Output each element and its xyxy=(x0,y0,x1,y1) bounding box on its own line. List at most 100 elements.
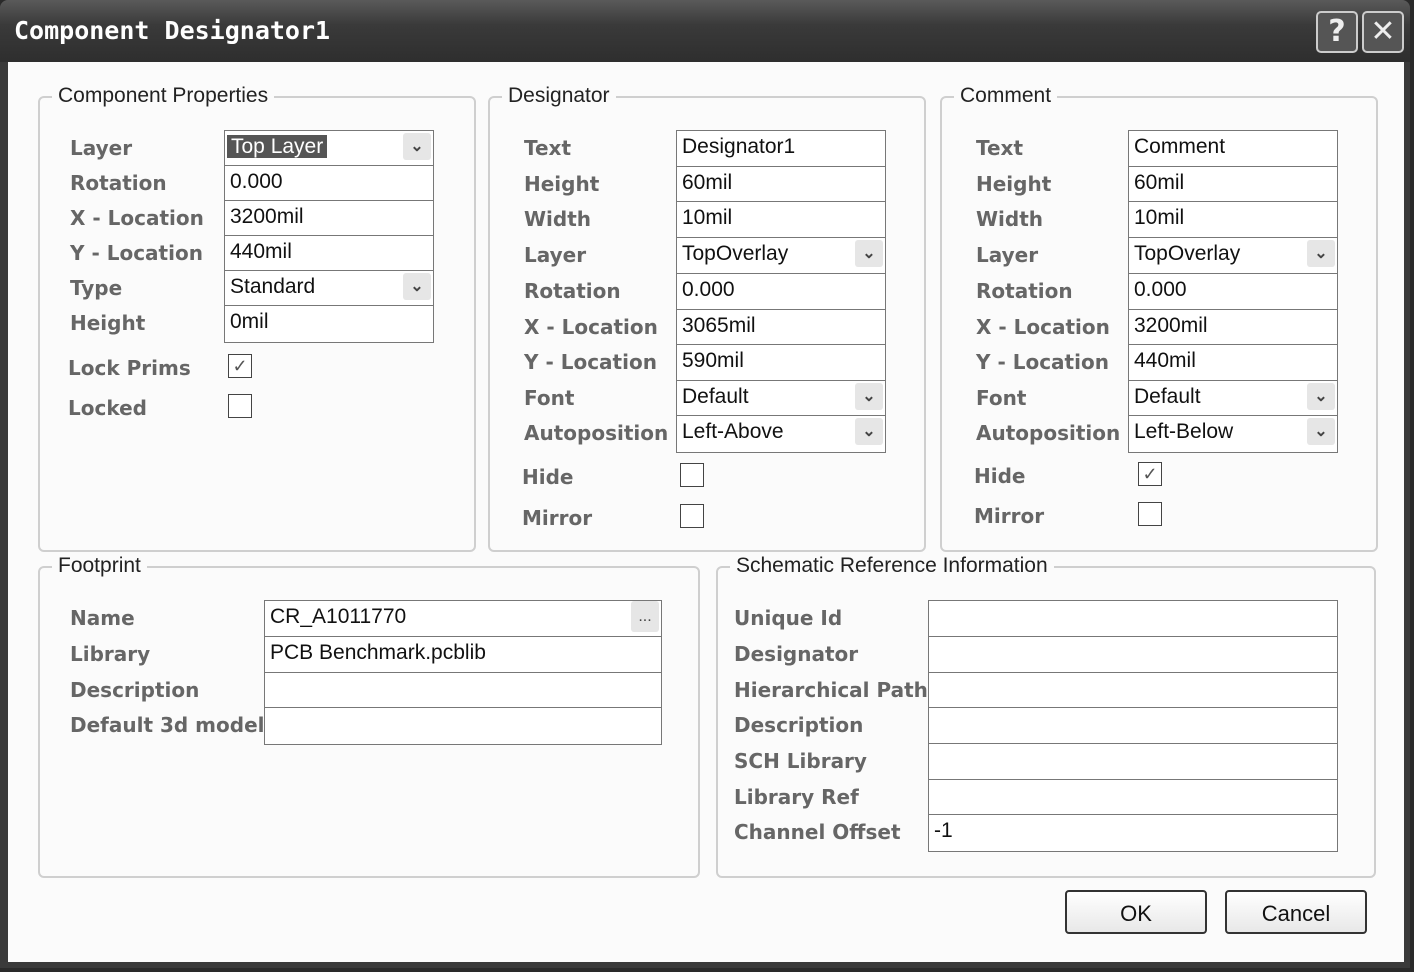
hide-checkbox[interactable] xyxy=(680,463,704,487)
rotation-label: Rotation xyxy=(976,279,1073,303)
lock-prims-label: Lock Prims xyxy=(68,356,191,380)
locked-checkbox[interactable] xyxy=(228,394,252,418)
chevron-down-icon[interactable]: ⌄ xyxy=(855,418,883,445)
mirror-checkbox[interactable] xyxy=(680,504,704,528)
y-location-input[interactable]: 590mil xyxy=(676,344,886,381)
designator-group: Designator Text Designator1 Height 60mil Widt… xyxy=(488,84,926,552)
width-input[interactable]: 10mil xyxy=(676,201,886,238)
text-input[interactable]: Comment xyxy=(1128,130,1338,167)
autoposition-label: Autoposition xyxy=(524,421,669,445)
autoposition-dropdown[interactable]: Left-Above ⌄ xyxy=(676,415,886,453)
height-value: 0mil xyxy=(230,310,269,333)
ok-button[interactable]: OK xyxy=(1065,890,1207,934)
x-location-label: X - Location xyxy=(976,315,1110,339)
dialog-title: Component Designator1 xyxy=(14,16,331,45)
default-3d-model-input[interactable] xyxy=(264,707,662,745)
font-label: Font xyxy=(976,386,1027,410)
checkmark-icon: ✓ xyxy=(232,356,248,376)
default-3d-model-label: Default 3d model xyxy=(70,713,265,737)
width-value: 10mil xyxy=(682,206,733,229)
help-button[interactable]: ? xyxy=(1316,11,1358,53)
hierarchical-path-label: Hierarchical Path xyxy=(734,678,928,702)
title-bar[interactable]: Component Designator1 ? ✕ xyxy=(0,0,1410,62)
locked-label: Locked xyxy=(68,396,147,420)
autoposition-value: Left-Below xyxy=(1134,420,1234,443)
unique-id-input[interactable] xyxy=(928,600,1338,637)
y-location-value: 440mil xyxy=(230,240,292,263)
dialog-window: Component Designator1 ? ✕ OK Cancel Comp… xyxy=(0,0,1410,968)
layer-label: Layer xyxy=(70,136,133,160)
font-dropdown[interactable]: Default ⌄ xyxy=(1128,380,1338,416)
layer-dropdown[interactable]: Top Layer ⌄ xyxy=(224,130,434,166)
layer-value: TopOverlay xyxy=(682,242,789,265)
library-ref-label: Library Ref xyxy=(734,785,859,809)
height-input[interactable]: 60mil xyxy=(1128,166,1338,202)
rotation-value: 0.000 xyxy=(230,170,283,193)
font-label: Font xyxy=(524,386,575,410)
rotation-input[interactable]: 0.000 xyxy=(1128,273,1338,310)
y-location-input[interactable]: 440mil xyxy=(1128,344,1338,381)
x-location-input[interactable]: 3200mil xyxy=(224,200,434,236)
rotation-value: 0.000 xyxy=(1134,278,1187,301)
schematic-reference-group-title: Schematic Reference Information xyxy=(730,554,1054,578)
footprint-group: Footprint Name CR_A1011770... Library PCB Be… xyxy=(38,554,700,878)
cancel-button[interactable]: Cancel xyxy=(1225,890,1367,934)
hierarchical-path-input[interactable] xyxy=(928,672,1338,708)
rotation-label: Rotation xyxy=(70,171,167,195)
chevron-down-icon[interactable]: ⌄ xyxy=(403,133,431,160)
channel-offset-input[interactable]: -1 xyxy=(928,814,1338,852)
hide-label: Hide xyxy=(974,464,1026,488)
lock-prims-checkbox[interactable]: ✓ xyxy=(228,354,252,378)
width-input[interactable]: 10mil xyxy=(1128,201,1338,238)
mirror-checkbox[interactable] xyxy=(1138,502,1162,526)
mirror-label: Mirror xyxy=(522,506,593,530)
chevron-down-icon[interactable]: ⌄ xyxy=(1307,383,1335,410)
x-location-label: X - Location xyxy=(524,315,658,339)
designator-group-title: Designator xyxy=(502,84,616,108)
chevron-down-icon[interactable]: ⌄ xyxy=(403,273,431,300)
chevron-down-icon[interactable]: ⌄ xyxy=(1307,240,1335,267)
layer-dropdown[interactable]: TopOverlay ⌄ xyxy=(676,237,886,274)
close-button[interactable]: ✕ xyxy=(1362,11,1404,53)
font-value: Default xyxy=(1134,385,1201,408)
name-value: CR_A1011770 xyxy=(270,605,407,628)
designator-input[interactable] xyxy=(928,636,1338,673)
type-label: Type xyxy=(70,276,123,300)
y-location-label: Y - Location xyxy=(70,241,203,265)
rotation-value: 0.000 xyxy=(682,278,735,301)
description-input[interactable] xyxy=(264,672,662,708)
type-dropdown[interactable]: Standard ⌄ xyxy=(224,270,434,306)
hide-checkbox[interactable]: ✓ xyxy=(1138,462,1162,486)
layer-value: Top Layer xyxy=(225,134,329,159)
browse-button[interactable]: ... xyxy=(631,601,659,632)
font-dropdown[interactable]: Default ⌄ xyxy=(676,380,886,416)
height-input[interactable]: 0mil xyxy=(224,305,434,343)
autoposition-label: Autoposition xyxy=(976,421,1121,445)
height-input[interactable]: 60mil xyxy=(676,166,886,202)
y-location-value: 440mil xyxy=(1134,349,1196,372)
rotation-input[interactable]: 0.000 xyxy=(676,273,886,310)
height-value: 60mil xyxy=(1134,171,1185,194)
y-location-label: Y - Location xyxy=(976,350,1109,374)
rotation-input[interactable]: 0.000 xyxy=(224,165,434,201)
name-label: Name xyxy=(70,606,135,630)
library-ref-input[interactable] xyxy=(928,779,1338,815)
x-location-input[interactable]: 3200mil xyxy=(1128,309,1338,345)
library-input[interactable]: PCB Benchmark.pcblib xyxy=(264,636,662,673)
text-input[interactable]: Designator1 xyxy=(676,130,886,167)
chevron-down-icon[interactable]: ⌄ xyxy=(855,383,883,410)
y-location-input[interactable]: 440mil xyxy=(224,235,434,271)
layer-dropdown[interactable]: TopOverlay ⌄ xyxy=(1128,237,1338,274)
comment-group: Comment Text Comment Height 60mil Width 10mil L… xyxy=(940,84,1378,552)
font-value: Default xyxy=(682,385,749,408)
autoposition-dropdown[interactable]: Left-Below ⌄ xyxy=(1128,415,1338,453)
description-input[interactable] xyxy=(928,707,1338,744)
chevron-down-icon[interactable]: ⌄ xyxy=(855,240,883,267)
y-location-label: Y - Location xyxy=(524,350,657,374)
mirror-label: Mirror xyxy=(974,504,1045,528)
x-location-value: 3200mil xyxy=(1134,314,1208,337)
x-location-input[interactable]: 3065mil xyxy=(676,309,886,345)
name-input[interactable]: CR_A1011770... xyxy=(264,600,662,637)
chevron-down-icon[interactable]: ⌄ xyxy=(1307,418,1335,445)
sch-library-input[interactable] xyxy=(928,743,1338,780)
